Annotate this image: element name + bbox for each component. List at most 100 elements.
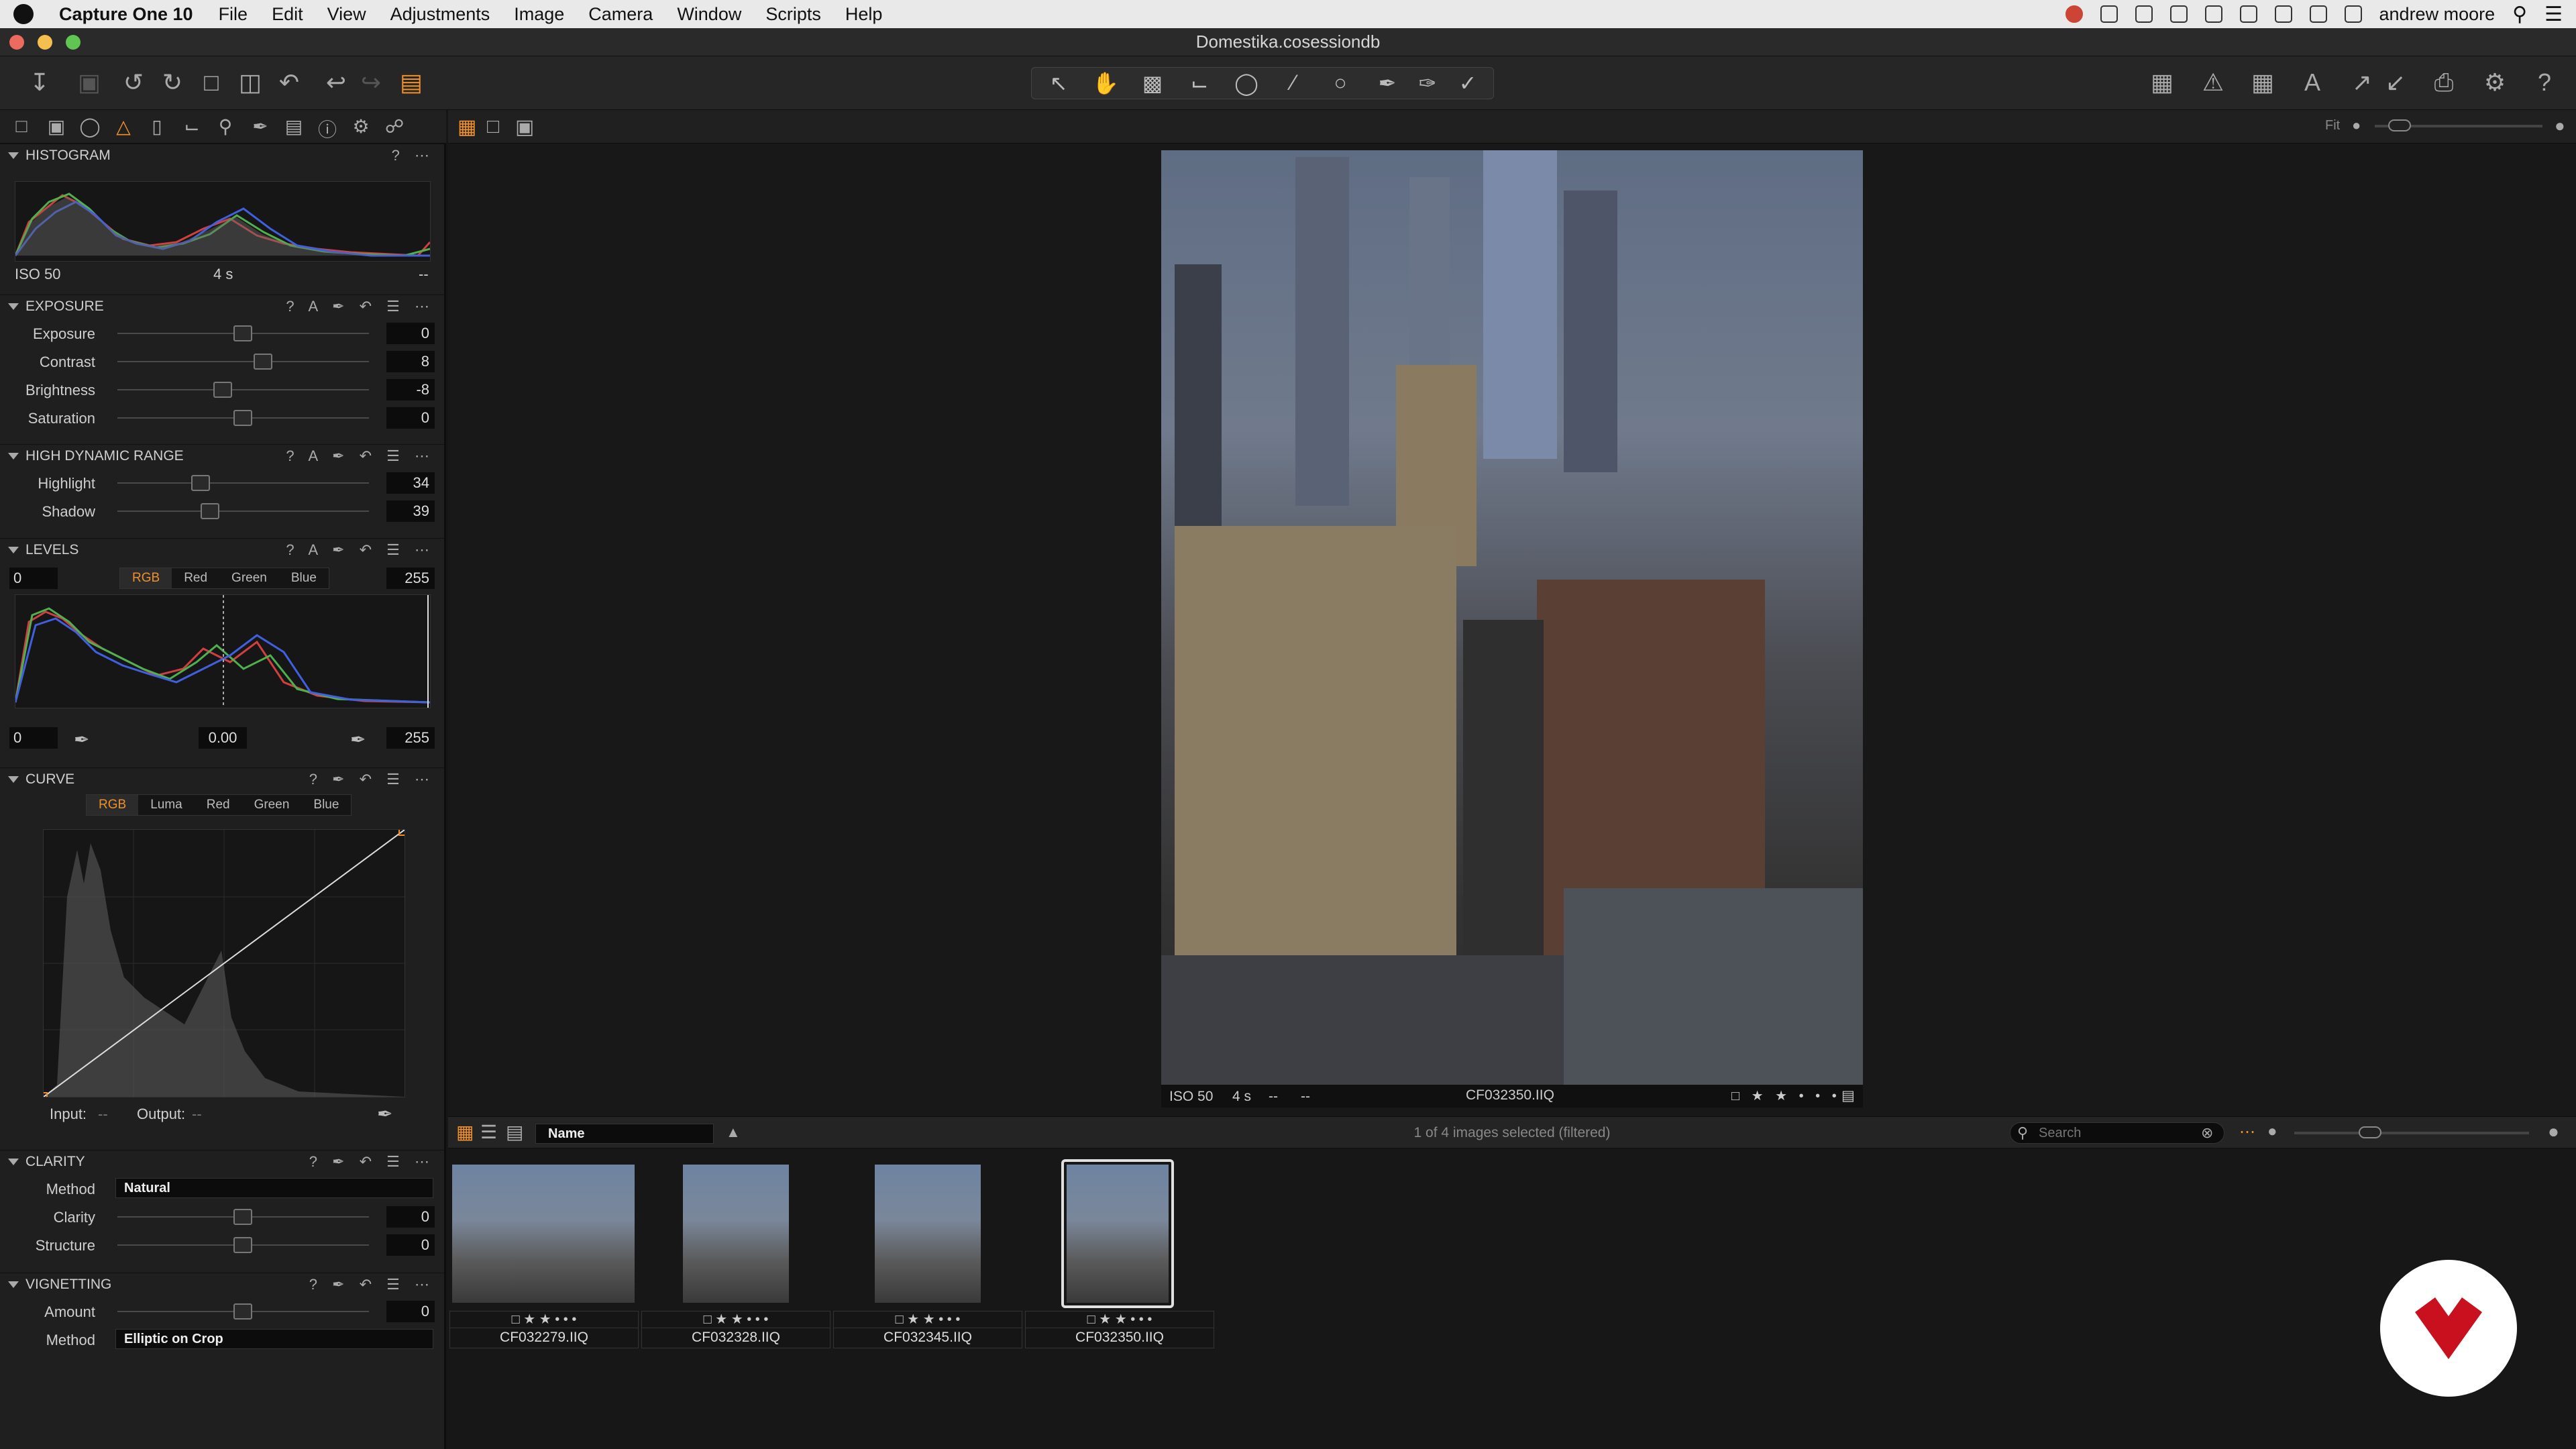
- levels-output-high[interactable]: 255: [386, 727, 435, 749]
- contrast-value[interactable]: 8: [386, 351, 435, 372]
- section-icons[interactable]: ? ⋯: [392, 147, 435, 164]
- straighten-icon[interactable]: ◯: [1226, 70, 1267, 97]
- curve-channel-blue[interactable]: Blue: [301, 795, 351, 815]
- color-tab-icon[interactable]: ▯: [145, 115, 169, 138]
- rotate-right-icon[interactable]: ↻: [157, 67, 188, 98]
- thumbnail-image[interactable]: [452, 1165, 635, 1303]
- apply-adjustments-icon[interactable]: ↙: [2380, 67, 2411, 98]
- search-box[interactable]: ⚲ ⊗: [2010, 1122, 2224, 1144]
- pan-icon[interactable]: ✋: [1085, 70, 1126, 97]
- clarity-slider[interactable]: [117, 1209, 369, 1225]
- section-icons[interactable]: ? ✒ ↶ ☰ ⋯: [309, 771, 435, 788]
- thumbnail-rating[interactable]: □ ★ ★ • • •: [449, 1311, 639, 1328]
- camera-icon[interactable]: ▣: [74, 67, 105, 98]
- capture-tab-icon[interactable]: ▣: [44, 115, 68, 138]
- menu-window[interactable]: Window: [677, 4, 741, 25]
- thumbnail-cell[interactable]: □ ★ ★ • • • CF032279.IIQ: [449, 1155, 639, 1350]
- menu-camera[interactable]: Camera: [588, 4, 653, 25]
- menu-adjustments[interactable]: Adjustments: [390, 4, 490, 25]
- thumbnail-rating[interactable]: □ ★ ★ • • •: [1025, 1311, 1214, 1328]
- trash-icon[interactable]: ◫: [235, 67, 266, 98]
- import-icon[interactable]: ↧: [24, 67, 55, 98]
- clear-search-icon[interactable]: ⊗: [2201, 1124, 2213, 1142]
- section-icons[interactable]: ? ✒ ↶ ☰ ⋯: [309, 1153, 435, 1171]
- notification-center-icon[interactable]: ☰: [2544, 3, 2563, 26]
- bluetooth-icon[interactable]: [2169, 5, 2188, 23]
- move-icon[interactable]: □: [196, 67, 227, 98]
- slider-handle[interactable]: [233, 410, 252, 426]
- app-menu[interactable]: Capture One 10: [59, 4, 193, 25]
- rotate-left-icon[interactable]: ↺: [118, 67, 149, 98]
- black-picker-icon[interactable]: ✒: [74, 729, 89, 751]
- apple-icon[interactable]: [13, 4, 34, 24]
- dropbox-icon[interactable]: [2100, 5, 2118, 23]
- highlight-value[interactable]: 34: [386, 472, 435, 494]
- variant-icon[interactable]: ▤: [396, 67, 427, 98]
- slider-handle[interactable]: [233, 325, 252, 341]
- cloud-icon[interactable]: [2135, 5, 2153, 23]
- status-app-icon[interactable]: [2065, 5, 2083, 23]
- lens-tab-icon[interactable]: ◯: [78, 115, 102, 138]
- slider-handle[interactable]: [233, 1303, 252, 1320]
- collapse-icon[interactable]: [8, 152, 19, 159]
- stamp-icon[interactable]: ▩: [1132, 70, 1173, 97]
- slider-handle[interactable]: [254, 354, 272, 370]
- curve-picker-icon[interactable]: ✒: [377, 1103, 392, 1125]
- menu-scripts[interactable]: Scripts: [765, 4, 821, 25]
- thumbnail-cell[interactable]: □ ★ ★ • • • CF032345.IIQ: [833, 1155, 1022, 1350]
- levels-channel-rgb[interactable]: RGB: [120, 568, 172, 588]
- contrast-slider[interactable]: [117, 354, 369, 370]
- brush-icon[interactable]: ✒: [1367, 70, 1407, 97]
- batch-tab-icon[interactable]: ☍: [382, 115, 407, 138]
- collapse-icon[interactable]: [8, 775, 19, 783]
- exposure-header[interactable]: EXPOSURE ? A ✒ ↶ ☰ ⋯: [0, 294, 444, 317]
- slider-handle[interactable]: [233, 1237, 252, 1253]
- slider-handle[interactable]: [191, 475, 210, 491]
- collapse-icon[interactable]: [8, 303, 19, 310]
- picker-icon[interactable]: ✓: [1448, 70, 1488, 97]
- levels-channel-red[interactable]: Red: [172, 568, 219, 588]
- saturation-value[interactable]: 0: [386, 407, 435, 429]
- white-picker-icon[interactable]: ✒: [350, 729, 366, 751]
- menu-help[interactable]: Help: [845, 4, 883, 25]
- vignetting-amount-value[interactable]: 0: [386, 1301, 435, 1322]
- collapse-icon[interactable]: [8, 1158, 19, 1165]
- battery-icon[interactable]: [2309, 5, 2327, 23]
- erase-icon[interactable]: ✑: [1407, 70, 1448, 97]
- histogram-header[interactable]: HISTOGRAM ? ⋯: [0, 144, 444, 166]
- clarity-header[interactable]: CLARITY ? ✒ ↶ ☰ ⋯: [0, 1150, 444, 1173]
- composition-tab-icon[interactable]: ⌙: [180, 115, 204, 138]
- thumbnail-image[interactable]: [1067, 1165, 1169, 1303]
- levels-input-low[interactable]: 0: [9, 568, 58, 589]
- multi-view-icon[interactable]: ▣: [515, 115, 534, 139]
- warning-icon[interactable]: ⚠: [2198, 67, 2229, 98]
- thumbnail-cell-selected[interactable]: □ ★ ★ • • • CF032350.IIQ: [1025, 1155, 1214, 1350]
- wifi-icon[interactable]: [2274, 5, 2292, 23]
- search-input[interactable]: [2039, 1125, 2186, 1141]
- photo-info-icon[interactable]: ▤: [1841, 1087, 1855, 1104]
- structure-slider[interactable]: [117, 1237, 369, 1253]
- library-tab-icon[interactable]: □: [9, 115, 34, 138]
- highlight-slider[interactable]: [117, 475, 369, 491]
- exposure-slider[interactable]: [117, 325, 369, 341]
- thumbnail-image[interactable]: [683, 1165, 789, 1303]
- exposure-tab-icon[interactable]: △: [111, 115, 136, 138]
- thumbnail-size-slider[interactable]: [2294, 1126, 2529, 1138]
- text-icon[interactable]: A: [2297, 67, 2328, 98]
- viewer-layout-icon[interactable]: ▦: [2147, 67, 2178, 98]
- brightness-value[interactable]: -8: [386, 379, 435, 400]
- saturation-slider[interactable]: [117, 410, 369, 426]
- menu-file[interactable]: File: [219, 4, 248, 25]
- hdr-header[interactable]: HIGH DYNAMIC RANGE ? A ✒ ↶ ☰ ⋯: [0, 444, 444, 467]
- thumbnail-cell[interactable]: □ ★ ★ • • • CF032328.IIQ: [641, 1155, 830, 1350]
- reset-icon[interactable]: ↶: [274, 67, 305, 98]
- shadow-value[interactable]: 39: [386, 500, 435, 522]
- levels-header[interactable]: LEVELS ? A ✒ ↶ ☰ ⋯: [0, 538, 444, 561]
- levels-input-high[interactable]: 255: [386, 568, 435, 589]
- curve-graph[interactable]: [40, 828, 407, 1100]
- redo-icon[interactable]: ↪: [356, 67, 386, 98]
- vignetting-method-select[interactable]: Elliptic on Crop: [115, 1329, 433, 1349]
- brightness-slider[interactable]: [117, 382, 369, 398]
- curve-channel-rgb[interactable]: RGB: [87, 795, 139, 815]
- curve-channel-red[interactable]: Red: [195, 795, 242, 815]
